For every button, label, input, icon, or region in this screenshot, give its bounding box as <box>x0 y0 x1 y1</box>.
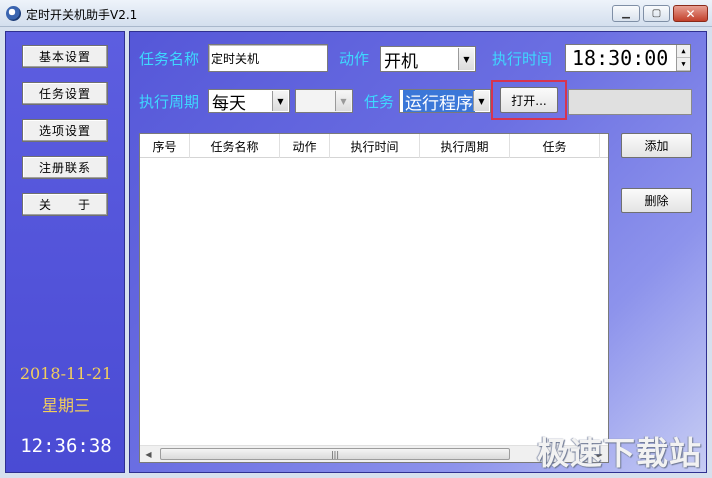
spin-down-icon[interactable]: ▼ <box>677 58 690 71</box>
window-title: 定时开关机助手V2.1 <box>26 8 138 22</box>
option-settings-button[interactable]: 选项设置 <box>22 119 108 142</box>
scrollbar-thumb[interactable]: ||| <box>160 448 510 460</box>
action-value: 开机 <box>384 51 418 72</box>
task-name-label: 任务名称 <box>139 50 200 68</box>
task-list[interactable]: 序号 任务名称 动作 执行时间 执行周期 任务 ◀ ||| ▶ <box>139 133 609 463</box>
chevron-down-icon[interactable]: ▼ <box>335 91 351 111</box>
about-button[interactable]: 关 于 <box>22 193 108 216</box>
exec-time-input[interactable]: 18:30:00 ▲ ▼ <box>565 44 691 72</box>
column-header-exec-time[interactable]: 执行时间 <box>330 134 420 158</box>
highlight-box <box>491 80 567 120</box>
task-name-input[interactable]: 定时关机 <box>208 44 328 72</box>
task-settings-button[interactable]: 任务设置 <box>22 82 108 105</box>
task-label: 任务 <box>364 93 395 111</box>
maximize-button[interactable]: ▢ <box>643 5 670 22</box>
exec-time-label: 执行时间 <box>492 50 553 68</box>
minimize-icon: ▁ <box>622 8 630 19</box>
chevron-down-icon[interactable]: ▼ <box>272 91 288 111</box>
current-clock: 12:36:38 <box>20 435 112 457</box>
column-header-task-name[interactable]: 任务名称 <box>190 134 280 158</box>
minimize-button[interactable]: ▁ <box>612 5 640 22</box>
delete-task-button[interactable]: 删除 <box>621 188 692 213</box>
register-contact-button[interactable]: 注册联系 <box>22 156 108 179</box>
basic-settings-button[interactable]: 基本设置 <box>22 45 108 68</box>
time-spinner[interactable]: ▲ ▼ <box>676 45 690 71</box>
watermark-logo: 极速下载站 <box>537 434 703 472</box>
action-label: 动作 <box>339 50 370 68</box>
sidebar: 基本设置 任务设置 选项设置 注册联系 关 于 2018-11-21 星期三 1… <box>5 31 125 473</box>
title-bar: 定时开关机助手V2.1 ▁ ▢ ✕ <box>0 0 712 27</box>
app-icon <box>6 6 21 21</box>
close-button[interactable]: ✕ <box>673 5 708 22</box>
task-name-value: 定时关机 <box>211 51 260 66</box>
chevron-down-icon[interactable]: ▼ <box>473 91 489 111</box>
task-type-value: 运行程序 <box>403 90 475 112</box>
task-list-header: 序号 任务名称 动作 执行时间 执行周期 任务 <box>140 134 608 158</box>
task-type-select[interactable]: 运行程序 ▼ <box>399 89 491 113</box>
period-select[interactable]: 每天 ▼ <box>208 89 290 113</box>
period-sub-select[interactable]: ▼ <box>295 89 353 113</box>
scroll-left-icon[interactable]: ◀ <box>140 446 157 462</box>
exec-time-value: 18:30:00 <box>572 46 669 70</box>
spin-up-icon[interactable]: ▲ <box>677 45 690 58</box>
current-weekday: 星期三 <box>41 396 90 415</box>
maximize-icon: ▢ <box>651 8 662 19</box>
column-header-task[interactable]: 任务 <box>510 134 600 158</box>
program-path-field[interactable] <box>568 89 692 115</box>
chevron-down-icon[interactable]: ▼ <box>458 48 474 70</box>
period-value: 每天 <box>212 93 246 113</box>
column-header-period[interactable]: 执行周期 <box>420 134 510 158</box>
current-date: 2018-11-21 <box>19 364 113 383</box>
column-header-index[interactable]: 序号 <box>140 134 190 158</box>
add-task-button[interactable]: 添加 <box>621 133 692 158</box>
action-select[interactable]: 开机 ▼ <box>380 46 476 72</box>
period-label: 执行周期 <box>139 93 200 111</box>
column-header-action[interactable]: 动作 <box>280 134 330 158</box>
grip-icon: ||| <box>330 449 340 459</box>
close-icon: ✕ <box>685 6 696 21</box>
